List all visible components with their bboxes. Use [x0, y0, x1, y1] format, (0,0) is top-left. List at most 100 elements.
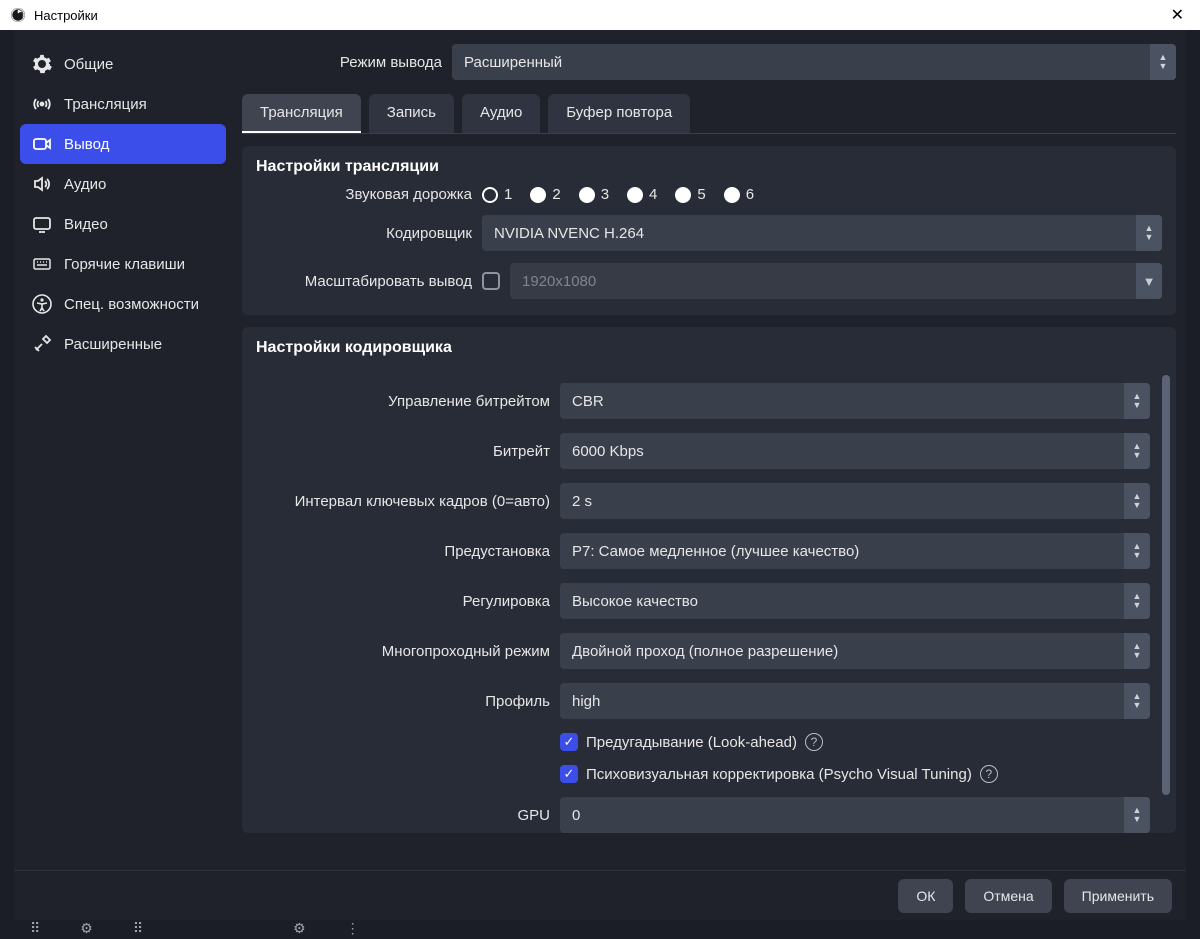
updown-icon: ▲▼ — [1124, 633, 1150, 669]
apply-button[interactable]: Применить — [1064, 879, 1172, 913]
tuning-label: Регулировка — [256, 593, 550, 610]
antenna-icon — [32, 94, 52, 114]
updown-icon: ▲▼ — [1124, 797, 1150, 833]
gpu-spinner[interactable]: 0 ▲▼ — [560, 797, 1150, 833]
audio-track-1[interactable]: 1 — [482, 186, 512, 203]
bitrate-label: Битрейт — [256, 443, 550, 460]
tab-stream[interactable]: Трансляция — [242, 94, 361, 133]
scrollbar-thumb[interactable] — [1162, 375, 1170, 795]
tab-record[interactable]: Запись — [369, 94, 454, 133]
gpu-label: GPU — [256, 807, 550, 824]
speaker-icon — [32, 174, 52, 194]
sidebar-item-audio[interactable]: Аудио — [20, 164, 226, 204]
updown-icon: ▲▼ — [1124, 383, 1150, 419]
grip-icon: ⠿ — [133, 920, 143, 937]
accessibility-icon — [32, 294, 52, 314]
rate-control-select[interactable]: CBR ▲▼ — [560, 383, 1150, 419]
audio-track-label: Звуковая дорожка — [256, 186, 472, 203]
gear-icon — [32, 54, 52, 74]
sidebar-item-output[interactable]: Вывод — [20, 124, 226, 164]
audio-track-radio-group: 1 2 3 4 5 6 — [482, 186, 1162, 203]
sidebar-item-label: Аудио — [64, 176, 106, 193]
rescale-checkbox[interactable] — [482, 272, 500, 290]
output-tabs: Трансляция Запись Аудио Буфер повтора — [242, 94, 1176, 134]
close-icon[interactable]: ✕ — [1165, 5, 1190, 25]
updown-icon: ▲▼ — [1124, 433, 1150, 469]
sidebar: Общие Трансляция Вывод Аудио Видео Горяч… — [14, 30, 232, 870]
audio-track-4[interactable]: 4 — [627, 186, 657, 203]
stream-settings-panel: Настройки трансляции Звуковая дорожка 1 … — [242, 146, 1176, 315]
tools-icon — [32, 334, 52, 354]
audio-track-5[interactable]: 5 — [675, 186, 705, 203]
keyint-label: Интервал ключевых кадров (0=авто) — [256, 493, 550, 510]
encoder-settings-panel: Настройки кодировщика Управление битрейт… — [242, 327, 1176, 833]
output-mode-label: Режим вывода — [242, 54, 442, 71]
multipass-select[interactable]: Двойной проход (полное разрешение) ▲▼ — [560, 633, 1150, 669]
sidebar-item-label: Горячие клавиши — [64, 256, 185, 273]
sidebar-item-general[interactable]: Общие — [20, 44, 226, 84]
sidebar-item-label: Спец. возможности — [64, 296, 199, 313]
preset-select[interactable]: P7: Самое медленное (лучшее качество) ▲▼ — [560, 533, 1150, 569]
audio-track-6[interactable]: 6 — [724, 186, 754, 203]
sidebar-item-advanced[interactable]: Расширенные — [20, 324, 226, 364]
profile-label: Профиль — [256, 693, 550, 710]
radio-icon — [482, 187, 498, 203]
updown-icon: ▲▼ — [1124, 483, 1150, 519]
sidebar-item-accessibility[interactable]: Спец. возможности — [20, 284, 226, 324]
main-content: Режим вывода Расширенный ▲▼ Трансляция З… — [232, 30, 1186, 870]
preset-label: Предустановка — [256, 543, 550, 560]
keyboard-icon — [32, 254, 52, 274]
gear-icon: ⚙ — [293, 920, 306, 937]
sidebar-item-label: Видео — [64, 216, 108, 233]
bitrate-spinner[interactable]: 6000 Kbps ▲▼ — [560, 433, 1150, 469]
tab-audio[interactable]: Аудио — [462, 94, 540, 133]
sidebar-item-video[interactable]: Видео — [20, 204, 226, 244]
sidebar-item-label: Вывод — [64, 136, 109, 153]
sidebar-item-label: Расширенные — [64, 336, 162, 353]
sidebar-item-label: Трансляция — [64, 96, 147, 113]
chevron-down-icon: ▼ — [1136, 263, 1162, 299]
cancel-button[interactable]: Отмена — [965, 879, 1051, 913]
radio-icon — [724, 187, 740, 203]
radio-icon — [675, 187, 691, 203]
audio-track-3[interactable]: 3 — [579, 186, 609, 203]
tuning-select[interactable]: Высокое качество ▲▼ — [560, 583, 1150, 619]
rate-control-label: Управление битрейтом — [256, 393, 550, 410]
encoder-label: Кодировщик — [256, 225, 472, 242]
titlebar: Настройки ✕ — [0, 0, 1200, 30]
stream-settings-title: Настройки трансляции — [256, 158, 1162, 176]
lookahead-label: Предугадывание (Look-ahead) — [586, 734, 797, 751]
gear-icon: ⚙ — [80, 920, 93, 937]
encoder-select[interactable]: NVIDIA NVENC H.264 ▲▼ — [482, 215, 1162, 251]
radio-icon — [627, 187, 643, 203]
help-icon[interactable]: ? — [805, 733, 823, 751]
radio-icon — [530, 187, 546, 203]
sidebar-item-stream[interactable]: Трансляция — [20, 84, 226, 124]
multipass-label: Многопроходный режим — [256, 643, 550, 660]
obs-logo-icon — [10, 7, 26, 23]
psycho-checkbox[interactable]: ✓ — [560, 765, 578, 783]
profile-select[interactable]: high ▲▼ — [560, 683, 1150, 719]
audio-track-2[interactable]: 2 — [530, 186, 560, 203]
ok-button[interactable]: ОК — [898, 879, 953, 913]
sidebar-item-hotkeys[interactable]: Горячие клавиши — [20, 244, 226, 284]
tab-replay-buffer[interactable]: Буфер повтора — [548, 94, 690, 133]
dialog-footer: ОК Отмена Применить — [14, 870, 1186, 920]
output-mode-select[interactable]: Расширенный ▲▼ — [452, 44, 1176, 80]
grip-icon: ⠿ — [30, 920, 40, 937]
updown-icon: ▲▼ — [1150, 44, 1176, 80]
rescale-resolution-select[interactable]: 1920x1080 ▼ — [510, 263, 1162, 299]
lookahead-checkbox[interactable]: ✓ — [560, 733, 578, 751]
psycho-label: Психовизуальная корректировка (Psycho Vi… — [586, 766, 972, 783]
radio-icon — [579, 187, 595, 203]
updown-icon: ▲▼ — [1136, 215, 1162, 251]
dots-icon: ⋮ — [346, 920, 360, 937]
encoder-settings-title: Настройки кодировщика — [256, 339, 1150, 357]
monitor-icon — [32, 214, 52, 234]
updown-icon: ▲▼ — [1124, 533, 1150, 569]
help-icon[interactable]: ? — [980, 765, 998, 783]
window-title: Настройки — [34, 8, 98, 23]
output-icon — [32, 134, 52, 154]
rescale-label: Масштабировать вывод — [256, 273, 472, 290]
keyint-spinner[interactable]: 2 s ▲▼ — [560, 483, 1150, 519]
